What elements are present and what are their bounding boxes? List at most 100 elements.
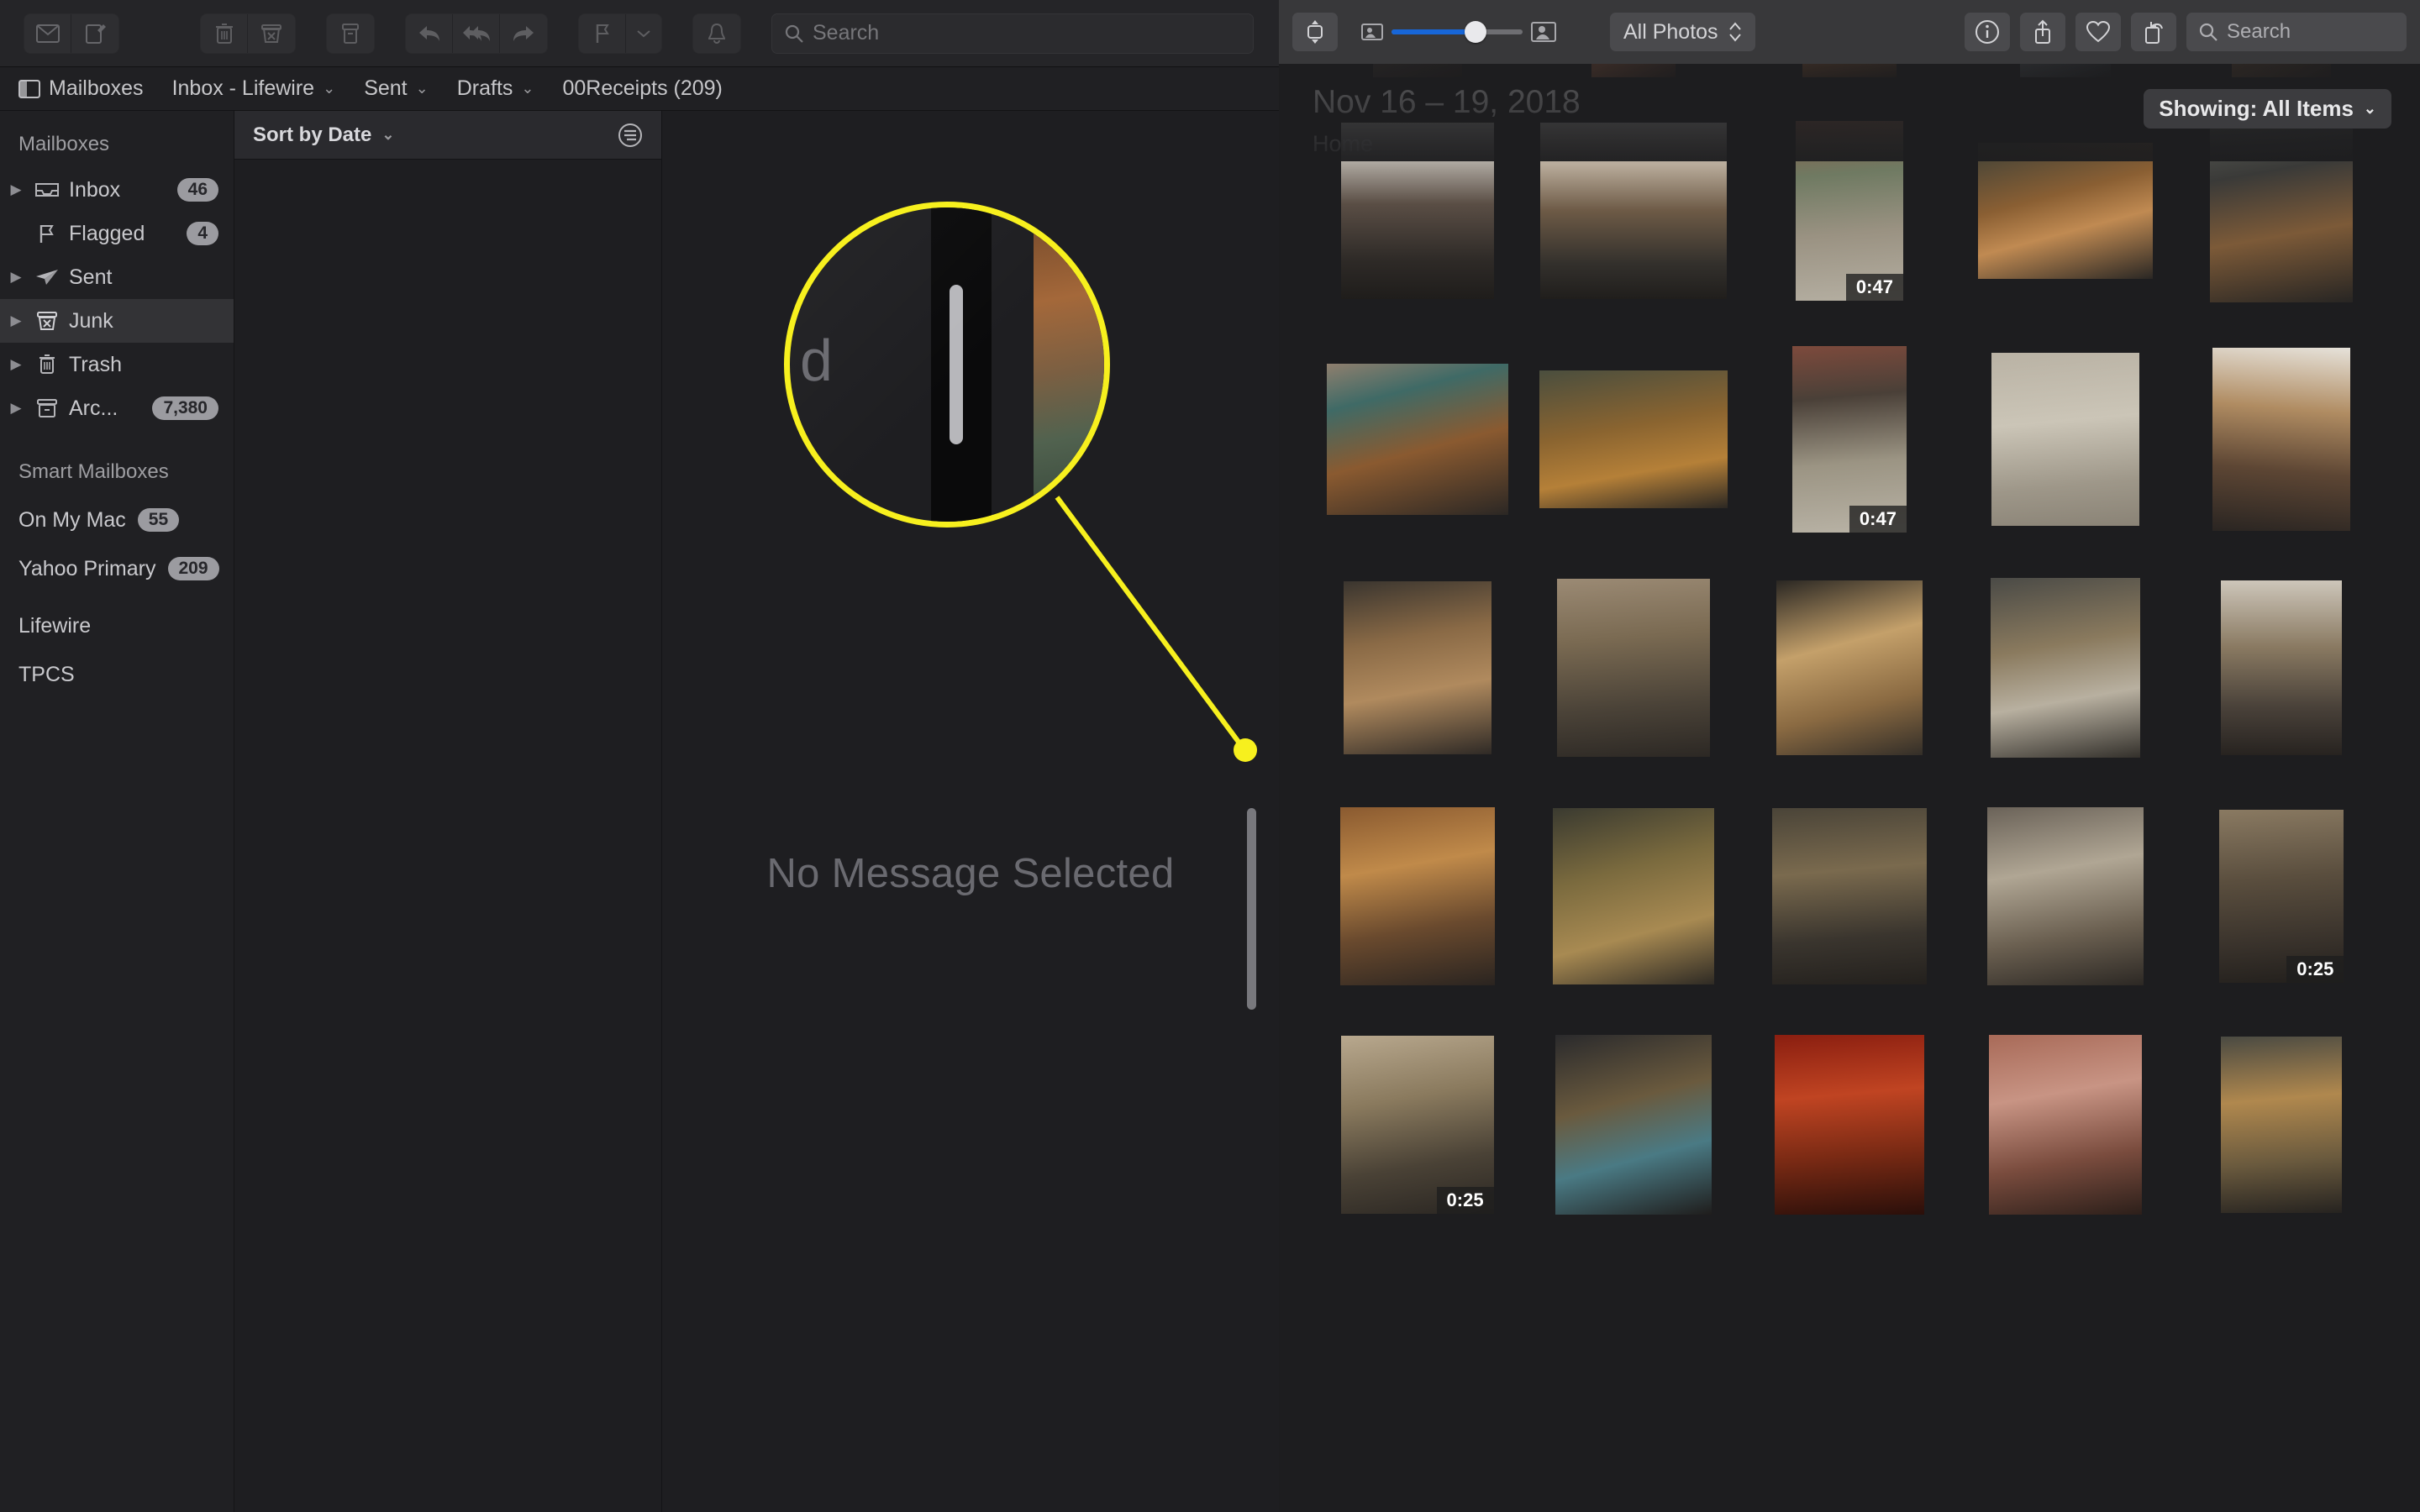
sidebar-item-label: Lifewire [18, 613, 92, 638]
mailboxes-toggle[interactable]: Mailboxes [18, 76, 144, 101]
forward-button[interactable] [500, 13, 547, 53]
photo-cell [1958, 559, 2174, 776]
photo-thumbnail[interactable] [1774, 1035, 1924, 1215]
photo-thumbnail[interactable] [1802, 64, 1897, 77]
filter-icon[interactable] [618, 123, 643, 148]
sidebar-item-label: Junk [69, 308, 113, 333]
favorite-button[interactable] [2075, 13, 2121, 51]
fav-item-receipts[interactable]: 00Receipts (209) [563, 76, 723, 101]
photo-thumbnail[interactable] [2020, 64, 2112, 77]
disclosure-triangle-icon[interactable]: ▶ [7, 181, 25, 198]
photo-thumbnail[interactable] [1991, 353, 2140, 526]
fav-item-drafts[interactable]: Drafts ⌄ [457, 76, 534, 101]
sidebar-item-junk[interactable]: ▶ Junk [0, 299, 234, 343]
photo-thumbnail[interactable] [2210, 119, 2354, 302]
reply-button[interactable] [406, 13, 453, 53]
photos-search-field[interactable]: Search [2186, 13, 2407, 51]
mail-toolbar-group-archive [326, 13, 375, 54]
sidebar-item-on-my-mac[interactable]: On My Mac 55 [0, 496, 234, 544]
share-button[interactable] [2020, 13, 2065, 51]
zoom-slider-knob[interactable] [1465, 21, 1487, 43]
sidebar-item-yahoo-primary[interactable]: Yahoo Primary 209 [0, 544, 234, 593]
photo-thumbnail[interactable] [1771, 808, 1927, 984]
sidebar-item-flagged[interactable]: ▶ Flagged 4 [0, 212, 234, 255]
photo-thumbnail[interactable] [1339, 807, 1495, 985]
photo-thumbnail[interactable] [1555, 1035, 1712, 1215]
photo-thumbnail[interactable]: 0:25 [1340, 1036, 1494, 1214]
chevron-down-icon [637, 29, 650, 37]
trash-icon [215, 23, 233, 44]
chevron-down-icon: ⌄ [2363, 100, 2376, 117]
info-button[interactable] [1965, 13, 2010, 51]
flag-menu-button[interactable] [626, 13, 661, 53]
sidebar-item-sent[interactable]: ▶ Sent [0, 255, 234, 299]
photo-thumbnail[interactable] [1552, 808, 1714, 984]
photo-thumbnail[interactable] [1991, 578, 2141, 758]
photo-thumbnail[interactable]: 0:47 [1791, 346, 1907, 533]
view-mode-button[interactable]: All Photos [1610, 13, 1755, 51]
reply-all-button[interactable] [453, 13, 500, 53]
photos-scrollbar[interactable] [2402, 131, 2415, 1512]
fav-item-inbox-lifewire[interactable]: Inbox - Lifewire ⌄ [172, 76, 336, 101]
inbox-icon [30, 180, 64, 200]
reading-pane-scrollbar[interactable] [1247, 111, 1269, 1512]
photo-thumbnail[interactable] [2221, 1037, 2343, 1213]
mail-body: Mailboxes ▶ Inbox 46 ▶ [0, 111, 1279, 1512]
photos-date-range: Nov 16 – 19, 2018 [1313, 84, 1581, 120]
disclosure-triangle-icon[interactable]: ▶ [7, 400, 25, 417]
bell-icon [708, 23, 726, 44]
mail-toolbar-group-reply [405, 13, 548, 54]
photo-thumbnail[interactable] [2212, 348, 2351, 531]
sidebar-item-inbox[interactable]: ▶ Inbox 46 [0, 168, 234, 212]
photos-view-toggle-button[interactable] [1292, 13, 1338, 51]
zoom-slider-track[interactable] [1392, 21, 1523, 43]
sidebar-item-lifewire[interactable]: Lifewire [0, 601, 234, 650]
archive-icon [30, 397, 64, 419]
photo-thumbnail[interactable] [1987, 807, 2144, 985]
sidebar-item-tpcs[interactable]: TPCS [0, 650, 234, 699]
sort-by-date-button[interactable]: Sort by Date [253, 123, 371, 147]
chevron-down-icon[interactable]: ⌄ [381, 126, 394, 144]
photo-thumbnail[interactable] [1372, 64, 1462, 77]
sidebar-item-archive[interactable]: ▶ Arc... 7,380 [0, 386, 234, 430]
fav-item-sent[interactable]: Sent ⌄ [364, 76, 429, 101]
flag-button[interactable] [579, 13, 626, 53]
photo-thumbnail[interactable] [1539, 370, 1728, 508]
compose-button[interactable] [71, 13, 118, 53]
photo-thumbnail[interactable]: 0:25 [2219, 810, 2344, 983]
photo-thumbnail[interactable] [1591, 64, 1676, 77]
heart-icon [2086, 20, 2111, 43]
photos-grid-wrapper[interactable]: 0:47 0:47 0:25 0:25 Nov 16 – 19, 2018 Home … [1279, 64, 2420, 1512]
photo-thumbnail[interactable] [1539, 123, 1727, 299]
mute-button[interactable] [693, 13, 740, 53]
disclosure-triangle-icon[interactable]: ▶ [7, 269, 25, 286]
disclosure-triangle-icon[interactable]: ▶ [7, 312, 25, 329]
scrollbar-thumb[interactable] [1247, 808, 1256, 1010]
mail-window: Search Mailboxes Inbox - Lifewire ⌄ Sent… [0, 0, 1279, 1512]
archive-button[interactable] [327, 13, 374, 53]
info-icon [1975, 20, 1999, 44]
large-thumbnails-icon [1531, 22, 1556, 42]
mail-sidebar: Mailboxes ▶ Inbox 46 ▶ [0, 111, 234, 1512]
sidebar-item-trash[interactable]: ▶ Trash [0, 343, 234, 386]
rotate-button[interactable] [2131, 13, 2176, 51]
get-mail-button[interactable] [24, 13, 71, 53]
junk-button[interactable] [248, 13, 295, 53]
photo-thumbnail[interactable] [1343, 581, 1491, 754]
photo-thumbnail[interactable] [1556, 579, 1710, 757]
sidebar-item-label: Sent [69, 265, 113, 289]
photo-thumbnail[interactable]: 0:47 [1795, 121, 1903, 301]
mail-search-field[interactable]: Search [771, 13, 1254, 54]
sidebar-item-label: TPCS [18, 662, 75, 686]
photo-thumbnail[interactable] [1978, 143, 2154, 279]
showing-filter-button[interactable]: Showing: All Items ⌄ [2144, 89, 2391, 129]
photo-thumbnail[interactable] [1326, 364, 1508, 515]
photo-thumbnail[interactable] [1776, 580, 1923, 755]
photo-thumbnail[interactable] [1989, 1035, 2143, 1215]
envelope-icon [35, 24, 60, 43]
thumbnail-zoom-slider[interactable] [1361, 21, 1556, 43]
photo-thumbnail[interactable] [2232, 64, 2332, 77]
photo-thumbnail[interactable] [2221, 580, 2343, 755]
disclosure-triangle-icon[interactable]: ▶ [7, 356, 25, 373]
delete-button[interactable] [201, 13, 248, 53]
